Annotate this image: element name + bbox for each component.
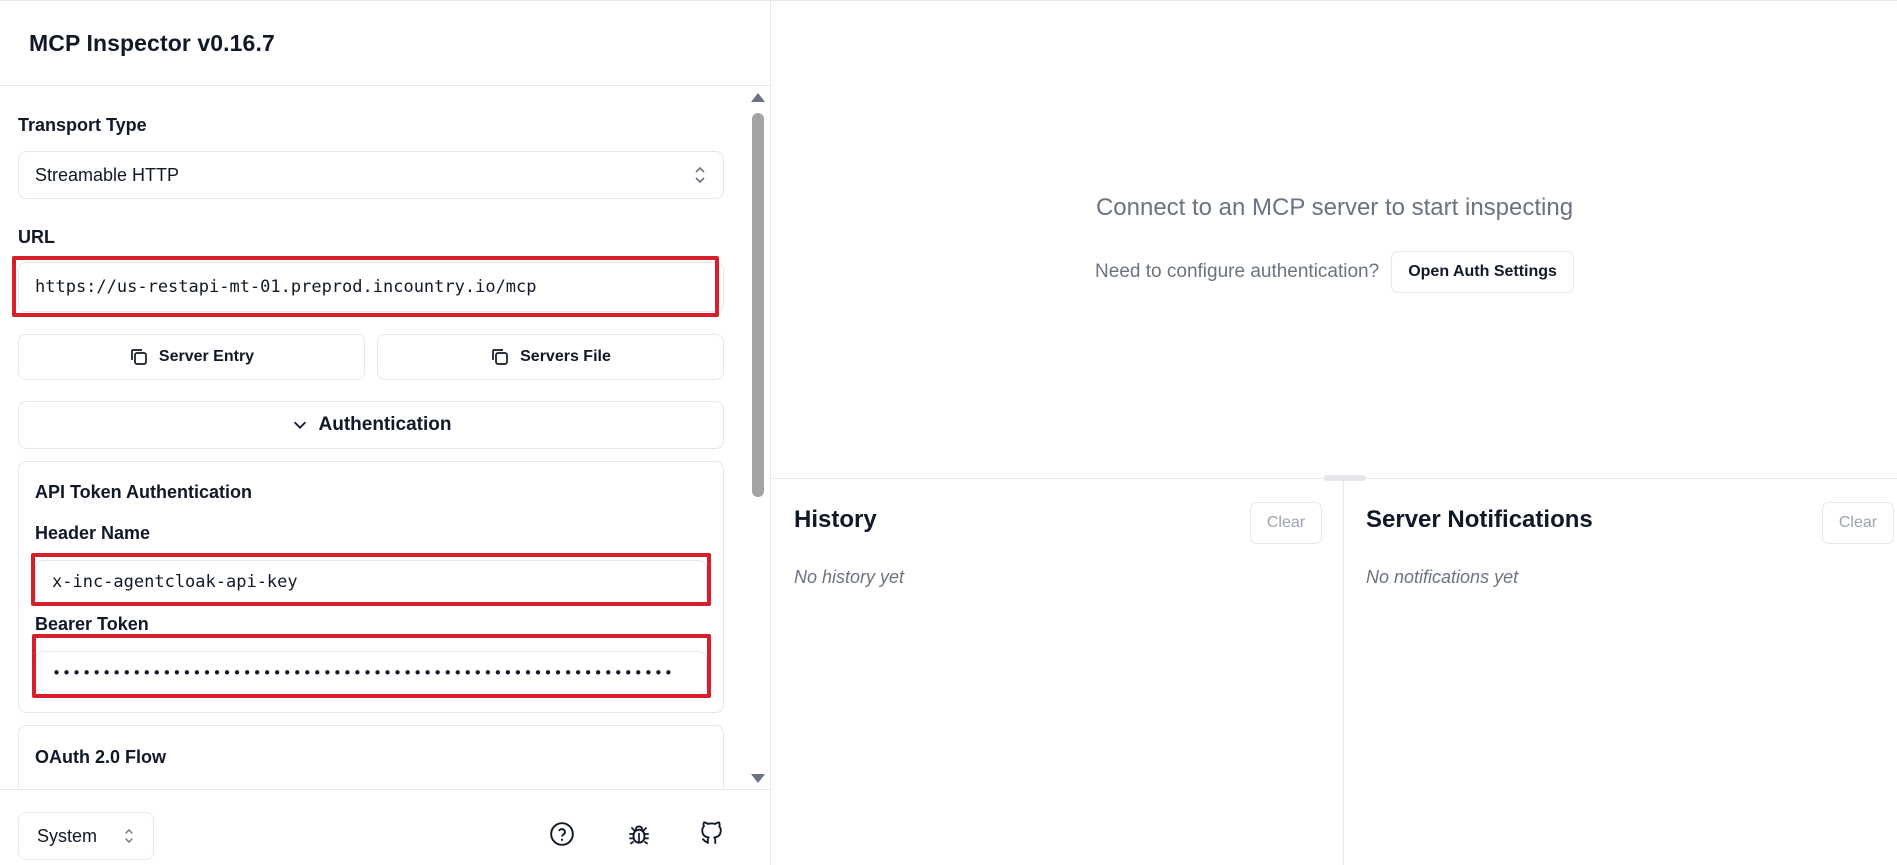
- bearer-token-label: Bearer Token: [35, 614, 149, 634]
- app-title: MCP Inspector v0.16.7: [29, 29, 275, 56]
- server-entry-label: Server Entry: [158, 348, 255, 365]
- server-entry-button[interactable]: Server Entry: [18, 334, 365, 380]
- sidebar-footer: System: [0, 789, 771, 865]
- url-label: URL: [18, 227, 55, 247]
- authentication-label: Authentication: [318, 414, 452, 435]
- oauth-title: OAuth 2.0 Flow: [35, 747, 167, 767]
- history-clear-button[interactable]: Clear: [1250, 502, 1322, 544]
- transport-type-select[interactable]: Streamable HTTP: [18, 151, 724, 199]
- authentication-toggle[interactable]: Authentication: [18, 401, 724, 449]
- notifications-pane: Server Notifications Clear No notificati…: [1345, 479, 1897, 865]
- help-circle-icon[interactable]: [549, 821, 575, 847]
- servers-file-label: Servers File: [520, 348, 611, 365]
- scroll-up-arrow-icon[interactable]: [751, 93, 765, 102]
- bug-icon[interactable]: [626, 821, 652, 847]
- chevron-down-icon: [293, 421, 306, 429]
- main-area: Connect to an MCP server to start inspec…: [772, 0, 1897, 865]
- auth-prompt-row: Need to configure authentication? Open A…: [772, 251, 1897, 293]
- scroll-thumb[interactable]: [752, 113, 764, 497]
- transport-type-value: Streamable HTTP: [35, 164, 180, 185]
- connect-message: Connect to an MCP server to start inspec…: [1095, 194, 1574, 221]
- sidebar-header: MCP Inspector v0.16.7: [0, 1, 770, 86]
- sidebar: MCP Inspector v0.16.7 Transport Type Str…: [0, 0, 771, 865]
- bearer-token-input[interactable]: ••••••••••••••••••••••••••••••••••••••••…: [35, 651, 707, 695]
- notifications-title: Server Notifications: [1366, 506, 1593, 533]
- url-input[interactable]: https://us-restapi-mt-01.preprod.incount…: [18, 262, 724, 312]
- transport-type-label: Transport Type: [18, 115, 147, 135]
- copy-icon: [131, 349, 147, 365]
- api-token-panel: API Token Authentication Header Name x-i…: [18, 461, 724, 713]
- connection-form: Transport Type Streamable HTTP URL https…: [0, 87, 771, 789]
- auth-question: Need to configure authentication?: [1095, 261, 1380, 282]
- copy-icon: [492, 349, 508, 365]
- notifications-empty-message: No notifications yet: [1366, 567, 1519, 587]
- history-title: History: [794, 506, 877, 533]
- api-token-title: API Token Authentication: [35, 482, 253, 502]
- header-name-label: Header Name: [35, 523, 151, 543]
- github-icon[interactable]: [699, 821, 725, 847]
- chevrons-up-down-icon: [695, 166, 705, 184]
- theme-value: System: [37, 825, 98, 846]
- sidebar-scrollbar[interactable]: [748, 87, 766, 789]
- chevrons-up-down-icon: [125, 829, 133, 843]
- notifications-clear-button[interactable]: Clear: [1822, 502, 1894, 544]
- oauth-panel: OAuth 2.0 Flow: [18, 725, 724, 789]
- header-name-input[interactable]: x-inc-agentcloak-api-key: [35, 560, 707, 604]
- history-empty-message: No history yet: [794, 567, 905, 587]
- history-pane: History Clear No history yet: [772, 479, 1344, 865]
- open-auth-settings-button[interactable]: Open Auth Settings: [1391, 251, 1574, 293]
- inspector-panel: Connect to an MCP server to start inspec…: [772, 1, 1897, 478]
- scroll-down-arrow-icon[interactable]: [751, 774, 765, 783]
- theme-select[interactable]: System: [18, 812, 154, 860]
- servers-file-button[interactable]: Servers File: [377, 334, 724, 380]
